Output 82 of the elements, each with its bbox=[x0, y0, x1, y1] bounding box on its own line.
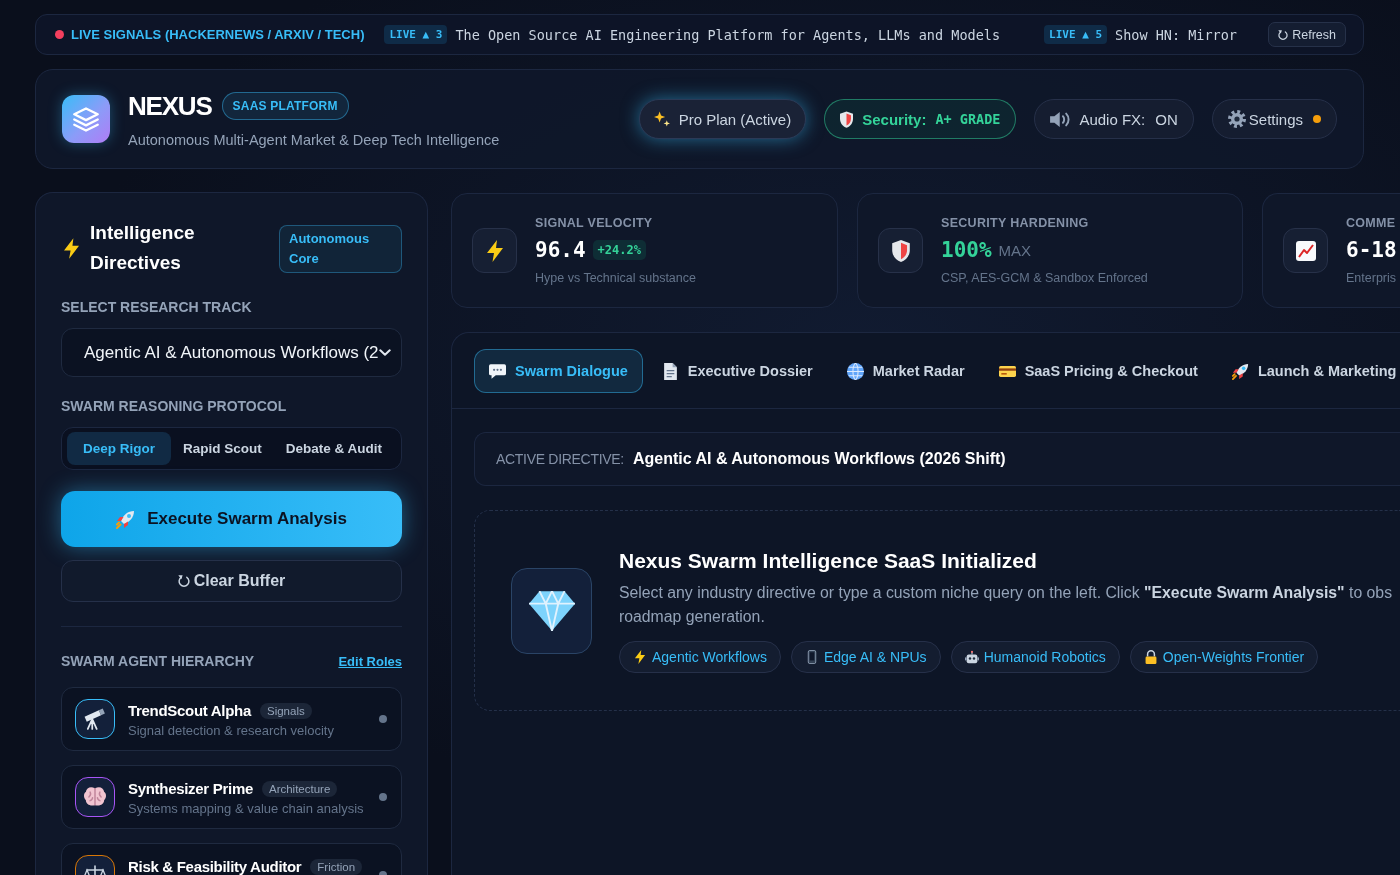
agent-tag: Signals bbox=[260, 702, 312, 719]
execute-button[interactable]: Execute Swarm Analysis bbox=[61, 491, 402, 547]
agent-name: Synthesizer Prime bbox=[128, 780, 253, 797]
refresh-button[interactable]: Refresh bbox=[1268, 22, 1346, 47]
stat-value: 100% bbox=[941, 238, 992, 262]
plan-button[interactable]: Pro Plan (Active) bbox=[638, 99, 807, 139]
lightning-bolt-icon bbox=[633, 649, 647, 664]
brand-name: NEXUS bbox=[128, 90, 212, 122]
core-badge: Autonomous Core bbox=[279, 225, 402, 273]
tab[interactable]: Launch & Marketing bbox=[1216, 349, 1400, 393]
protocol-option[interactable]: Rapid Scout bbox=[171, 432, 274, 465]
globe-icon bbox=[846, 362, 864, 380]
stat-value: 96.4 bbox=[535, 238, 586, 262]
agent-card[interactable]: TrendScout Alpha Signals Signal detection & research velocity bbox=[61, 687, 402, 751]
directive-value: Agentic AI & Autonomous Workflows (2026 Shift) bbox=[632, 450, 1006, 468]
gem-icon bbox=[511, 567, 592, 654]
shield-icon bbox=[878, 228, 923, 273]
track-select[interactable]: Agentic AI & Autonomous Workflows (2 bbox=[61, 328, 402, 377]
topic-chip[interactable]: Open-Weights Frontier bbox=[1129, 640, 1319, 673]
clear-button[interactable]: Clear Buffer bbox=[61, 560, 402, 602]
stat-label: SECURITY HARDENING bbox=[941, 216, 1090, 230]
audio-toggle-button[interactable]: Audio FX: ON bbox=[1034, 99, 1194, 139]
rocket-icon bbox=[1231, 362, 1249, 380]
settings-button[interactable]: Settings bbox=[1211, 99, 1337, 139]
document-icon bbox=[661, 362, 679, 380]
stat-unit: MAX bbox=[998, 241, 1032, 259]
topic-chip[interactable]: Agentic Workflows bbox=[619, 640, 781, 673]
stat-caption: Enterpris bbox=[1346, 271, 1397, 285]
robot-icon bbox=[964, 649, 979, 664]
refresh-icon bbox=[1278, 29, 1289, 40]
tab[interactable]: Executive Dossier bbox=[646, 349, 828, 393]
agent-name: Risk & Feasibility Auditor bbox=[128, 858, 302, 875]
topic-chip[interactable]: Edge AI & NPUs bbox=[790, 640, 941, 673]
intro-title: Nexus Swarm Intelligence SaaS Initialized bbox=[619, 548, 1038, 573]
lightning-bolt-icon bbox=[64, 237, 79, 259]
headline-link[interactable]: Show HN: Mirror bbox=[1115, 26, 1237, 43]
tagline: Autonomous Multi-Agent Market & Deep Tech Intelligence bbox=[128, 132, 500, 148]
tab[interactable]: Swarm Dialogue bbox=[474, 349, 643, 393]
security-button[interactable]: Security: A+ GRADE bbox=[824, 99, 1017, 139]
lightning-bolt-icon bbox=[472, 228, 517, 273]
directive-label: ACTIVE DIRECTIVE: bbox=[496, 451, 624, 467]
stat-caption: Hype vs Technical substance bbox=[535, 271, 696, 285]
live-badge: LIVE ▲ 3 bbox=[384, 25, 448, 44]
protocol-option[interactable]: Deep Rigor bbox=[67, 432, 171, 465]
stacked-layers-logo-icon bbox=[62, 95, 110, 143]
headline-link[interactable]: The Open Source AI Engineering Platform for Agents, LLMs and Models bbox=[455, 26, 1001, 43]
line-chart-icon bbox=[1283, 228, 1328, 273]
section-label: SWARM AGENT HIERARCHY bbox=[61, 653, 255, 670]
topic-chip[interactable]: Humanoid Robotics bbox=[950, 640, 1120, 673]
sparkle-icon bbox=[653, 111, 670, 127]
agent-card[interactable]: Synthesizer Prime Architecture Systems mapping & value chain analysis bbox=[61, 765, 402, 829]
intro-text: Select any industry directive or type a custom niche query on the left. Click "Execute Swarm Analysis" to obs roadmap generation. bbox=[619, 582, 1393, 627]
rocket-icon bbox=[116, 509, 136, 529]
agent-card[interactable]: Risk & Feasibility Auditor Friction bbox=[61, 843, 402, 875]
protocol-option[interactable]: Debate & Audit bbox=[273, 432, 395, 465]
shield-icon bbox=[840, 110, 854, 128]
ticker-title: LIVE SIGNALS (HACKERNEWS / ARXIV / TECH) bbox=[71, 27, 365, 42]
stat-label: COMME bbox=[1346, 216, 1397, 230]
lock-icon bbox=[1143, 649, 1158, 664]
platform-badge: SAAS PLATFORM bbox=[221, 92, 349, 120]
agent-description: Signal detection & research velocity bbox=[128, 723, 335, 738]
tab[interactable]: SaaS Pricing & Checkout bbox=[983, 349, 1213, 393]
stat-label: SIGNAL VELOCITY bbox=[535, 216, 654, 230]
stat-caption: CSP, AES-GCM & Sandbox Enforced bbox=[941, 271, 1148, 285]
agent-name: TrendScout Alpha bbox=[128, 702, 251, 719]
live-badge: LIVE ▲ 5 bbox=[1044, 25, 1107, 44]
settings-icon bbox=[1227, 110, 1246, 128]
delta-badge: +24.2% bbox=[592, 240, 646, 260]
tab[interactable]: Market Radar bbox=[831, 349, 980, 393]
speech-bubble-icon bbox=[489, 362, 506, 380]
panel-title: Intelligence Directives bbox=[90, 221, 196, 275]
live-dot-icon bbox=[55, 30, 64, 39]
speaker-icon bbox=[1050, 111, 1071, 127]
chevron-down-icon bbox=[379, 349, 391, 356]
stat-value: 6-18 bbox=[1346, 238, 1397, 262]
section-label: SELECT RESEARCH TRACK bbox=[61, 299, 253, 316]
agent-tag: Friction bbox=[310, 858, 363, 875]
agent-tag: Architecture bbox=[261, 780, 338, 797]
section-label: SWARM REASONING PROTOCOL bbox=[61, 398, 288, 415]
agent-description: Systems mapping & value chain analysis bbox=[128, 801, 365, 816]
edit-roles-link[interactable]: Edit Roles bbox=[338, 654, 402, 669]
refresh-icon bbox=[177, 575, 190, 587]
